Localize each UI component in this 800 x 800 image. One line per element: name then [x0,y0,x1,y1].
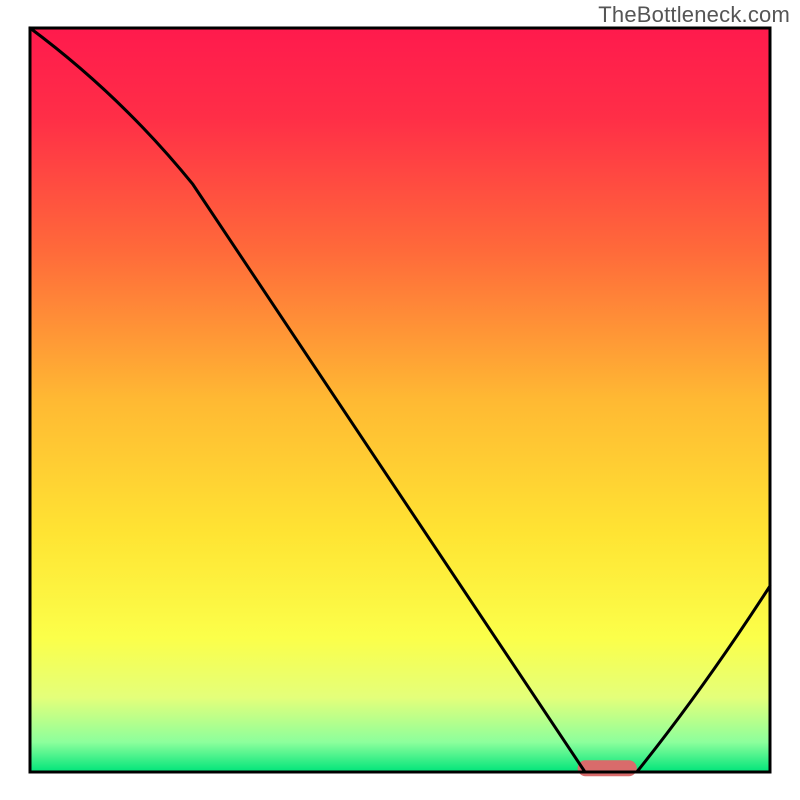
chart-background [30,28,770,772]
watermark-text: TheBottleneck.com [598,2,790,28]
chart-svg [0,0,800,800]
optimum-marker [578,760,637,776]
bottleneck-chart: TheBottleneck.com [0,0,800,800]
